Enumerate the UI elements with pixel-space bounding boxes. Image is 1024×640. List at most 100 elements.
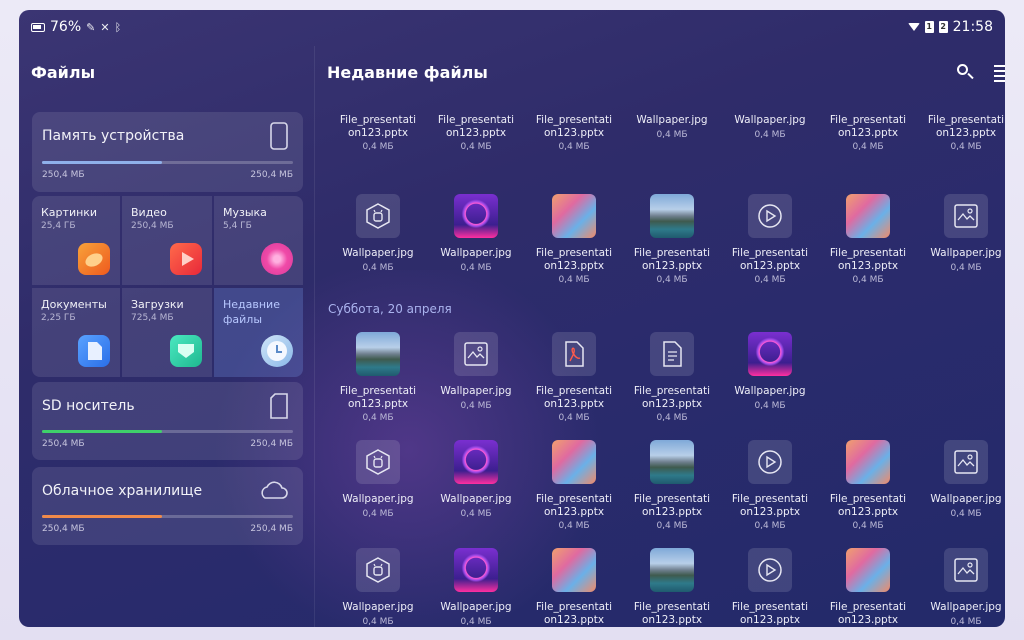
recent-files-grid: Суббота, 20 апреля File_presentati on123… <box>315 106 1005 627</box>
file-tile[interactable]: Wallpaper.jpg 0,4 МБ <box>917 548 1005 627</box>
file-tile[interactable]: Wallpaper.jpg 0,4 МБ <box>623 106 721 184</box>
image-file-icon <box>944 440 988 484</box>
category-size: 5,4 ГБ <box>223 221 252 231</box>
device-memory-used: 250,4 МБ <box>42 170 85 180</box>
file-name: Wallpaper.jpg <box>342 493 414 505</box>
category-documents[interactable]: Документы 2,25 ГБ <box>32 288 120 377</box>
file-tile[interactable]: Wallpaper.jpg 0,4 МБ <box>329 440 427 540</box>
file-tile[interactable]: File_presentati on123.pptx0,4 МБ <box>525 194 623 294</box>
video-play-icon <box>748 548 792 592</box>
search-button[interactable] <box>953 60 977 84</box>
file-tile[interactable]: File_presentati on123.pptx0,4 МБ <box>525 332 623 432</box>
device-memory-bar-fill <box>42 161 163 164</box>
file-tile[interactable]: File_presentati on123.pptx0,4 МБ <box>819 548 917 627</box>
category-size: 2,25 ГБ <box>41 313 76 323</box>
file-size: 0,4 МБ <box>656 275 688 285</box>
file-tile[interactable]: File_presentati on123.pptx0,4 МБ <box>525 440 623 540</box>
file-tile[interactable]: File_presentati on123.pptx 0,4 МБ <box>917 106 1005 184</box>
neon-ring-wallpaper-thumbnail <box>454 194 498 238</box>
category-recent[interactable]: Недавние файлы <box>214 288 303 377</box>
file-tile[interactable]: File_presentati on123.pptx0,4 МБ <box>623 194 721 294</box>
file-tile[interactable]: File_presentati on123.pptx0,4 МБ <box>819 194 917 294</box>
file-name: File_presentati on123.pptx <box>731 247 809 272</box>
file-size: 0,4 МБ <box>460 142 492 152</box>
file-tile[interactable]: File_presentati on123.pptx0,4 МБ <box>525 106 623 184</box>
clock: 21:58 <box>952 19 993 35</box>
cloud-title: Облачное хранилище <box>42 483 203 499</box>
file-tile[interactable]: File_presentati on123.pptx0,4 МБ <box>427 106 525 184</box>
sd-total: 250,4 МБ <box>250 439 293 449</box>
category-size: 25,4 ГБ <box>41 221 76 231</box>
file-name: Wallpaper.jpg <box>440 247 512 259</box>
file-name: File_presentati on123.pptx <box>339 385 417 410</box>
file-tile[interactable]: Wallpaper.jpg 0,4 МБ <box>329 194 427 294</box>
category-video[interactable]: Видео 250,4 МБ <box>122 196 212 285</box>
category-downloads[interactable]: Загрузки 725,4 МБ <box>122 288 212 377</box>
recent-clock-icon <box>261 335 293 367</box>
file-size: 0,4 МБ <box>558 275 590 285</box>
file-name: Wallpaper.jpg <box>930 247 1002 259</box>
tablet-screen: 76% ✎ ✕ ᛒ 1 2 21:58 Файлы Память устройс… <box>19 10 1005 627</box>
file-tile[interactable]: Wallpaper.jpg 0,4 МБ <box>917 194 1005 294</box>
file-tile[interactable]: Wallpaper.jpg 0,4 МБ <box>427 194 525 294</box>
file-size: 0,4 МБ <box>460 617 492 627</box>
file-tile[interactable]: File_presentati on123.pptx0,4 МБ <box>819 106 917 184</box>
file-name: Wallpaper.jpg <box>440 385 512 397</box>
file-tile[interactable]: File_presentati on123.pptx0,4 МБ <box>329 332 427 432</box>
file-tile[interactable]: Wallpaper.jpg 0,4 МБ <box>427 548 525 627</box>
file-tile[interactable]: Wallpaper.jpg 0,4 МБ <box>721 106 819 184</box>
category-images[interactable]: Картинки 25,4 ГБ <box>32 196 120 285</box>
category-size: 250,4 МБ <box>131 221 174 231</box>
list-view-icon <box>994 65 1005 85</box>
file-tile[interactable]: File_presentati on123.pptx0,4 МБ <box>329 106 427 184</box>
file-size: 0,4 МБ <box>656 521 688 531</box>
file-tile[interactable]: File_presentati on123.pptx 0,4 МБ <box>623 440 721 540</box>
video-play-icon <box>748 194 792 238</box>
file-name: Wallpaper.jpg <box>930 493 1002 505</box>
file-tile[interactable]: File_presentati on123.pptx0,4 МБ <box>819 440 917 540</box>
sd-bar <box>42 430 293 433</box>
cloud-total: 250,4 МБ <box>250 524 293 534</box>
file-name: File_presentati on123.pptx <box>829 114 907 139</box>
status-right: 1 2 21:58 <box>907 19 993 35</box>
sd-card[interactable]: SD носитель 250,4 МБ 250,4 МБ <box>32 382 303 460</box>
file-tile[interactable]: File_presentati on123.pptx0,4 МБ <box>623 332 721 432</box>
file-name: File_presentati on123.pptx <box>731 493 809 518</box>
file-size: 0,4 МБ <box>950 142 982 152</box>
mountain-photo-thumbnail <box>650 440 694 484</box>
file-tile[interactable]: File_presentati on123.pptx0,4 МБ <box>623 548 721 627</box>
device-memory-card[interactable]: Память устройства 250,4 МБ 250,4 МБ <box>32 112 303 192</box>
swirl-wallpaper-thumbnail <box>846 440 890 484</box>
video-play-icon <box>748 440 792 484</box>
file-size: 0,4 МБ <box>362 509 394 519</box>
video-icon <box>170 243 202 275</box>
category-label: Музыка <box>223 206 267 219</box>
file-tile[interactable]: Wallpaper.jpg 0,4 МБ <box>917 440 1005 540</box>
documents-icon <box>78 335 110 367</box>
file-tile[interactable]: Wallpaper.jpg 0,4 МБ <box>721 332 819 432</box>
file-tile[interactable]: File_presentati on123.pptx0,4 МБ <box>721 440 819 540</box>
status-bar: 76% ✎ ✕ ᛒ 1 2 21:58 <box>19 10 1005 46</box>
device-memory-title: Память устройства <box>42 128 185 144</box>
file-size: 0,4 МБ <box>754 401 786 411</box>
file-name: Wallpaper.jpg <box>342 601 414 613</box>
file-tile[interactable]: File_presentati on123.pptx0,4 МБ <box>721 548 819 627</box>
file-tile[interactable]: Wallpaper.jpg 0,4 МБ <box>427 332 525 432</box>
cloud-card[interactable]: Облачное хранилище 250,4 МБ 250,4 МБ <box>32 467 303 545</box>
file-tile[interactable]: File_presentati on123.pptx0,4 МБ <box>721 194 819 294</box>
file-name: File_presentati on123.pptx <box>633 385 711 410</box>
file-name: File_presentati on123.pptx <box>633 493 711 518</box>
category-label: Документы <box>41 298 107 311</box>
file-tile[interactable]: Wallpaper.jpg 0,4 МБ <box>427 440 525 540</box>
file-name: Wallpaper.jpg <box>930 601 1002 613</box>
category-music[interactable]: Музыка 5,4 ГБ <box>214 196 303 285</box>
file-tile[interactable]: File_presentati on123.pptx0,4 МБ <box>525 548 623 627</box>
sim2-icon: 2 <box>938 21 948 33</box>
list-view-button[interactable] <box>993 60 1005 84</box>
file-tile[interactable]: Wallpaper.jpg 0,4 МБ <box>329 548 427 627</box>
android-package-icon <box>356 548 400 592</box>
document-icon <box>650 332 694 376</box>
file-name: File_presentati on123.pptx <box>927 114 1005 139</box>
sim1-icon: 1 <box>924 21 934 33</box>
sidebar-title: Файлы <box>31 63 96 82</box>
